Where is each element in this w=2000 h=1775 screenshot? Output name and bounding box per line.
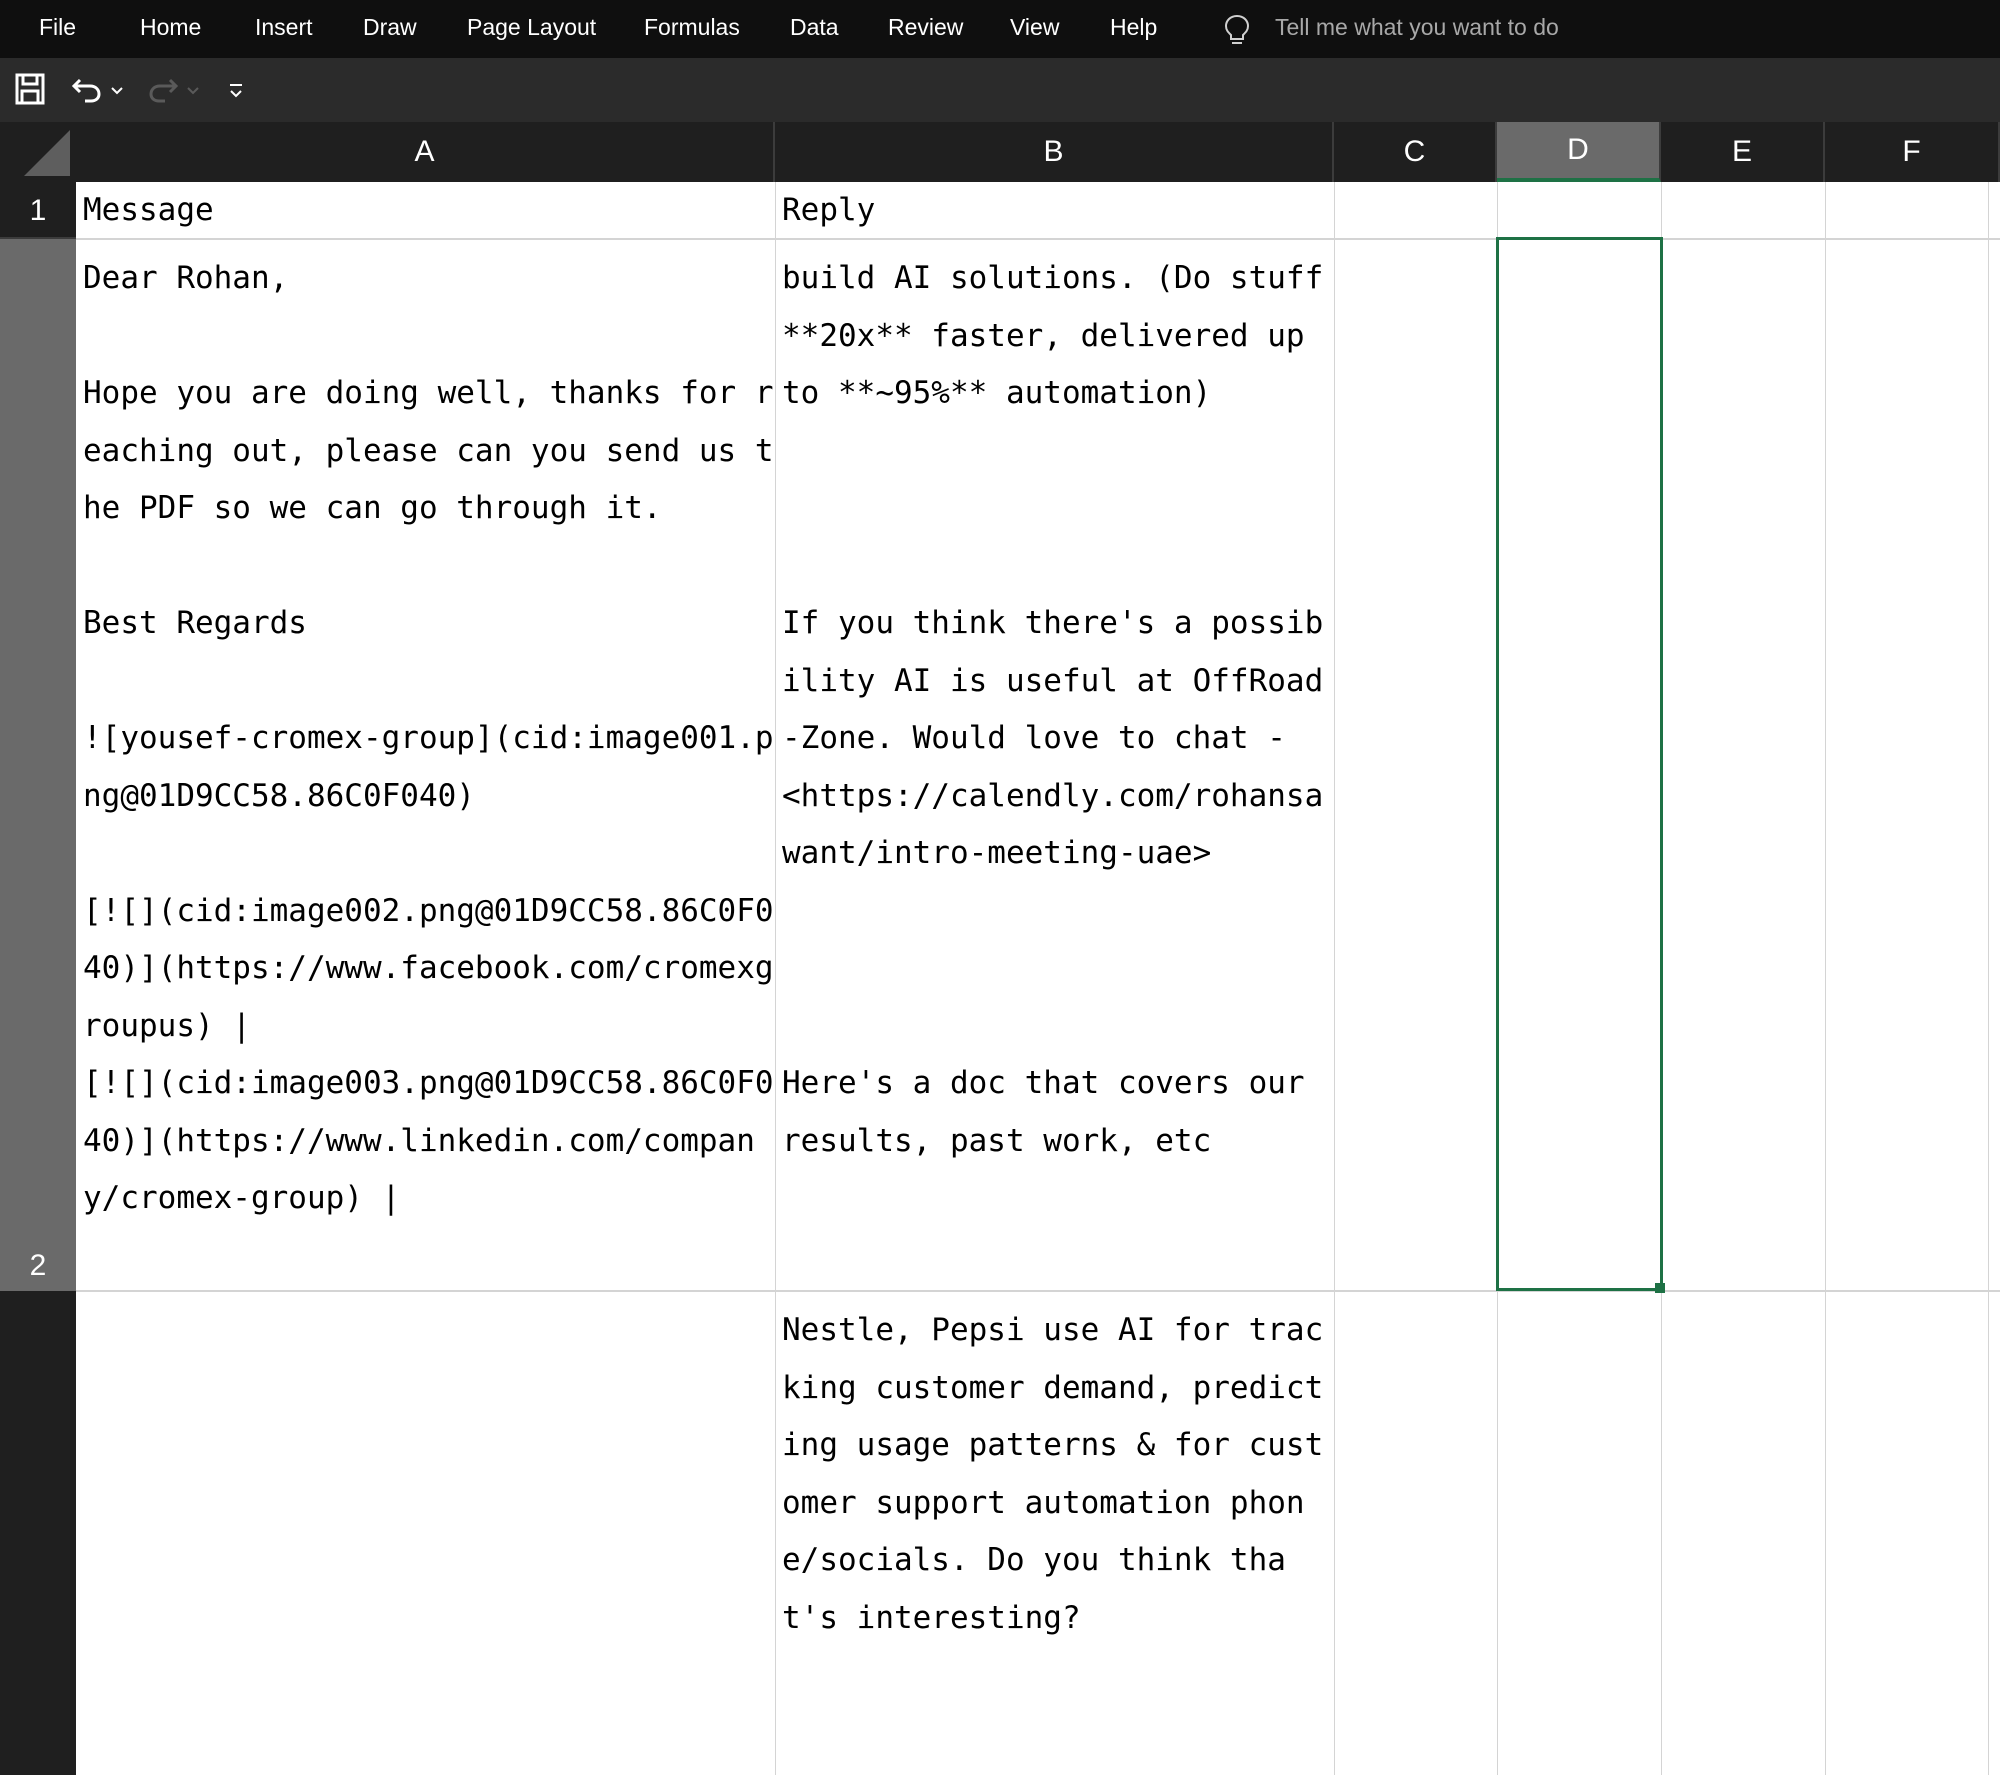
menu-bar: File Home Insert Draw Page Layout Formul… — [0, 0, 2000, 58]
select-all-triangle-icon — [24, 130, 70, 176]
column-header-b[interactable]: B — [775, 122, 1334, 182]
gridline — [1988, 182, 1989, 1775]
menu-data[interactable]: Data — [790, 14, 839, 41]
gridline — [1334, 182, 1335, 1775]
redo-icon[interactable] — [146, 72, 180, 106]
undo-icon[interactable] — [70, 72, 104, 106]
menu-file[interactable]: File — [39, 14, 76, 41]
cell-b3[interactable]: Nestle, Pepsi use AI for tracking custom… — [775, 1302, 1334, 1775]
selected-cell-d2[interactable] — [1496, 237, 1663, 1291]
undo-dropdown-icon[interactable] — [110, 86, 124, 96]
tell-me-search[interactable]: Tell me what you want to do — [1275, 14, 1559, 41]
customize-qat-icon[interactable] — [228, 82, 244, 100]
column-header-e[interactable]: E — [1661, 122, 1825, 182]
column-header-a[interactable]: A — [76, 122, 775, 182]
column-header-c[interactable]: C — [1334, 122, 1497, 182]
row-header-1[interactable]: 1 — [0, 182, 76, 239]
menu-page-layout[interactable]: Page Layout — [467, 14, 596, 41]
redo-dropdown-icon — [187, 87, 199, 95]
column-header-d[interactable]: D — [1497, 122, 1661, 182]
select-all-corner[interactable] — [0, 122, 76, 182]
gridline — [76, 1290, 2000, 1292]
quick-access-toolbar — [0, 58, 2000, 122]
menu-insert[interactable]: Insert — [255, 14, 313, 41]
cell-a2[interactable]: Dear Rohan, Hope you are doing well, tha… — [76, 250, 775, 1290]
save-icon[interactable] — [14, 72, 46, 106]
fill-handle[interactable] — [1655, 1283, 1665, 1293]
lightbulb-icon[interactable] — [1222, 13, 1252, 47]
cell-b1[interactable]: Reply — [775, 182, 1334, 239]
column-header-f[interactable]: F — [1825, 122, 2000, 182]
menu-help[interactable]: Help — [1110, 14, 1157, 41]
cell-a3[interactable] — [76, 1302, 775, 1775]
row-header-3[interactable] — [0, 1291, 76, 1775]
menu-formulas[interactable]: Formulas — [644, 14, 740, 41]
gridline — [1825, 182, 1826, 1775]
row-header-2[interactable]: 2 — [0, 239, 76, 1291]
menu-draw[interactable]: Draw — [363, 14, 417, 41]
menu-view[interactable]: View — [1010, 14, 1059, 41]
row-header-2-label: 2 — [29, 1249, 47, 1282]
cell-b2[interactable]: build AI solutions. (Do stuff **20x** fa… — [775, 250, 1334, 1290]
menu-home[interactable]: Home — [140, 14, 201, 41]
cell-a1[interactable]: Message — [76, 182, 775, 239]
menu-review[interactable]: Review — [888, 14, 963, 41]
